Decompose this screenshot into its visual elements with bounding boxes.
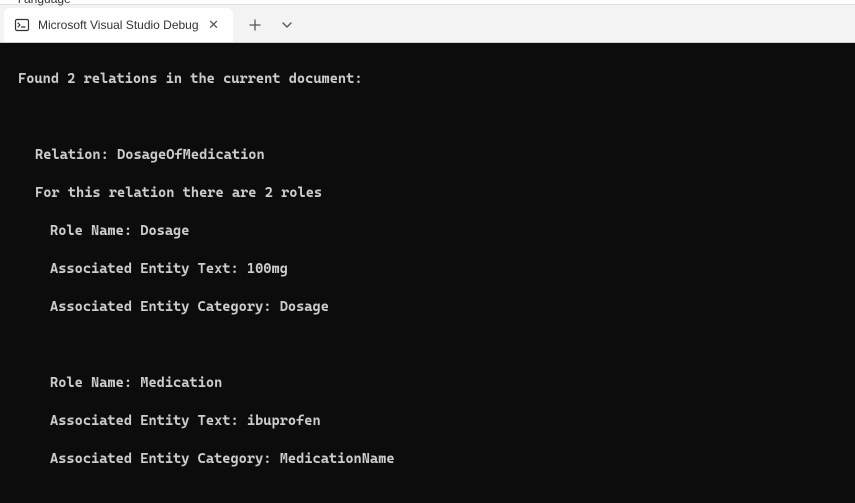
console-header: Found 2 relations in the current documen… <box>0 70 855 89</box>
tab-title: Microsoft Visual Studio Debug <box>38 18 199 32</box>
tab-dropdown-button[interactable] <box>273 11 301 39</box>
role-name: Role Name: Dosage <box>0 222 855 241</box>
role-name: Role Name: Medication <box>0 374 855 393</box>
entity-category: Associated Entity Category: MedicationNa… <box>0 450 855 469</box>
tab-controls <box>235 8 301 42</box>
console-output: Found 2 relations in the current documen… <box>0 43 855 503</box>
console-blank <box>0 488 855 503</box>
close-icon[interactable]: ✕ <box>205 16 223 34</box>
relation-name: Relation: DosageOfMedication <box>0 146 855 165</box>
console-blank <box>0 336 855 355</box>
new-tab-button[interactable] <box>241 11 269 39</box>
entity-text: Associated Entity Text: ibuprofen <box>0 412 855 431</box>
relation-roles-count: For this relation there are 2 roles <box>0 184 855 203</box>
tab-bar: Microsoft Visual Studio Debug ✕ <box>0 5 855 43</box>
titlebar-text: l anguage <box>18 0 71 6</box>
terminal-icon <box>14 17 30 33</box>
console-blank <box>0 108 855 127</box>
tab-active[interactable]: Microsoft Visual Studio Debug ✕ <box>4 8 233 42</box>
window-titlebar: l anguage <box>0 0 855 5</box>
entity-category: Associated Entity Category: Dosage <box>0 298 855 317</box>
entity-text: Associated Entity Text: 100mg <box>0 260 855 279</box>
